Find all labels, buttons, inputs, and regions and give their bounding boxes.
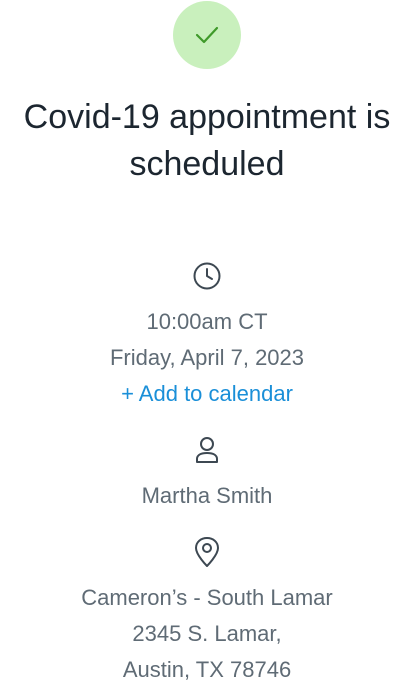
checkmark-icon — [195, 26, 219, 44]
page-title-line-2: scheduled — [129, 145, 285, 183]
add-to-calendar-link[interactable]: + Add to calendar — [0, 376, 414, 412]
appointment-date: Friday, April 7, 2023 — [109, 345, 305, 370]
success-badge — [173, 1, 241, 69]
page-title: Covid-19 appointment is scheduled — [0, 94, 414, 188]
location-name: Cameron’s - South Lamar — [81, 585, 333, 610]
patient-name: Martha Smith — [141, 483, 273, 508]
person-icon — [190, 433, 224, 467]
appointment-time: 10:00am CT — [146, 309, 268, 334]
address-line-2: Austin, TX 78746 — [122, 657, 292, 682]
page-title-line-1: Covid-19 appointment is — [23, 98, 391, 136]
clock-icon — [190, 259, 224, 293]
address-line-1: 2345 S. Lamar, — [132, 621, 282, 646]
location-pin-icon — [190, 535, 224, 569]
